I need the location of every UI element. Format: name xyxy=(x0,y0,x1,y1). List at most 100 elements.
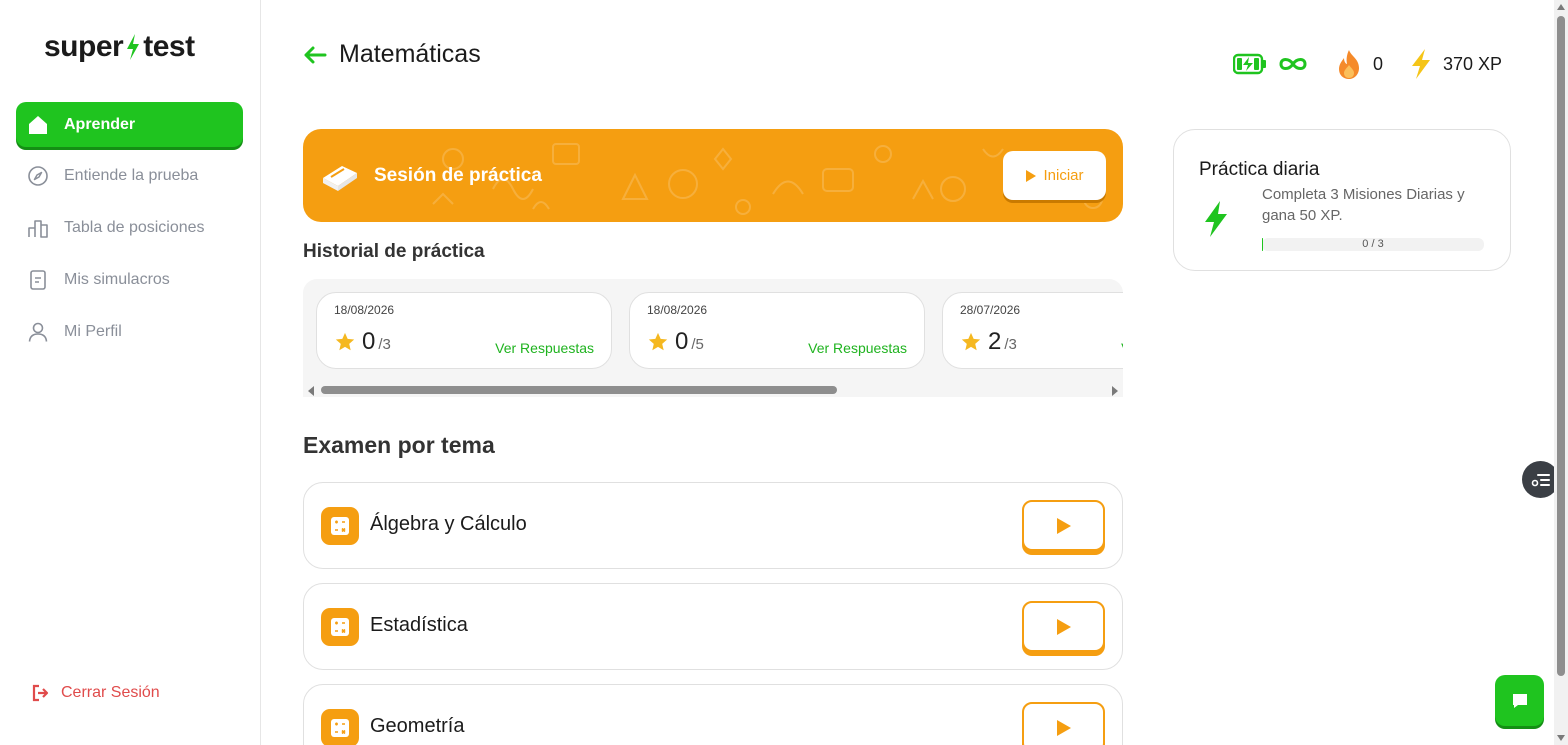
xp-bolt-icon xyxy=(1409,48,1433,80)
scroll-up-icon[interactable] xyxy=(1557,4,1565,10)
daily-bolt-icon xyxy=(1201,200,1231,238)
page-scrollbar[interactable] xyxy=(1554,0,1568,745)
banner-content: Sesión de práctica xyxy=(320,129,542,222)
start-practice-button[interactable]: Iniciar xyxy=(1003,151,1106,200)
history-track: 18/08/2026 0 /3 Ver Respuestas 18/08/202… xyxy=(316,292,1123,369)
history-carousel: 18/08/2026 0 /3 Ver Respuestas 18/08/202… xyxy=(303,279,1123,397)
document-icon xyxy=(26,268,50,292)
star-icon xyxy=(648,332,668,351)
play-icon xyxy=(1056,719,1071,736)
topic-name: Álgebra y Cálculo xyxy=(370,513,527,535)
back-arrow-icon[interactable] xyxy=(303,45,327,65)
history-score: 0 /3 xyxy=(334,328,391,356)
star-icon xyxy=(335,332,355,351)
view-answers-link[interactable]: Ver Respuestas xyxy=(1121,340,1123,356)
energy-stat xyxy=(1232,53,1309,75)
start-practice-label: Iniciar xyxy=(1043,167,1084,184)
play-icon xyxy=(1056,618,1071,635)
daily-practice-card: Práctica diaria Completa 3 Misiones Diar… xyxy=(1173,129,1511,271)
history-score-value: 0 xyxy=(362,328,376,355)
logo[interactable]: super test xyxy=(44,30,195,64)
daily-progress-text: 0 / 3 xyxy=(1362,238,1384,250)
sidebar-item-mi-perfil[interactable]: Mi Perfil xyxy=(16,309,243,355)
chat-icon xyxy=(1512,693,1527,708)
battery-icon xyxy=(1232,53,1267,75)
logo-text-right: test xyxy=(143,30,195,63)
scroll-right-icon[interactable] xyxy=(1112,386,1118,396)
topics-title: Examen por tema xyxy=(303,432,495,458)
play-icon xyxy=(1025,169,1037,183)
sidebar-item-tabla-de-posiciones[interactable]: Tabla de posiciones xyxy=(16,205,243,251)
leaderboard-icon xyxy=(26,216,50,240)
home-icon xyxy=(26,113,50,137)
xp-count: 370 XP xyxy=(1442,53,1502,74)
history-scrollbar-thumb[interactable] xyxy=(321,386,837,394)
sidebar-item-aprender[interactable]: Aprender xyxy=(16,102,243,147)
book-icon xyxy=(320,160,360,192)
sidebar-nav: Aprender Entiende la prueba Tabla de pos… xyxy=(16,102,243,361)
history-card: 28/07/2026 2 /3 Ver Respuestas xyxy=(942,292,1123,369)
sidebar: super test Aprender Entiende la prueba T… xyxy=(0,0,261,745)
calculator-icon xyxy=(321,608,359,646)
chat-button[interactable] xyxy=(1495,675,1544,726)
flame-icon xyxy=(1335,48,1363,80)
history-card: 18/08/2026 0 /3 Ver Respuestas xyxy=(316,292,612,369)
history-score: 2 /3 xyxy=(960,328,1017,356)
xp-stat: 370 XP xyxy=(1409,48,1502,80)
daily-description: Completa 3 Misiones Diarias y gana 50 XP… xyxy=(1262,186,1465,224)
calculator-icon xyxy=(321,709,359,745)
history-score-value: 2 xyxy=(988,328,1002,355)
history-title: Historial de práctica xyxy=(303,241,485,262)
topic-card: Estadística xyxy=(303,583,1123,670)
topic-card: Geometría xyxy=(303,684,1123,745)
history-score-total: /3 xyxy=(378,336,391,353)
sidebar-item-label: Mis simulacros xyxy=(64,271,170,288)
topic-card: Álgebra y Cálculo xyxy=(303,482,1123,569)
history-score-total: /5 xyxy=(691,336,704,353)
user-icon xyxy=(26,320,50,344)
calculator-icon xyxy=(321,507,359,545)
view-answers-link[interactable]: Ver Respuestas xyxy=(495,340,594,356)
history-score-total: /3 xyxy=(1004,336,1017,353)
scroll-down-icon[interactable] xyxy=(1557,735,1565,741)
practice-session-banner: Sesión de práctica Iniciar xyxy=(303,129,1123,222)
page-scrollbar-thumb[interactable] xyxy=(1557,16,1565,676)
history-date: 18/08/2026 xyxy=(334,303,395,317)
star-icon xyxy=(961,332,981,351)
sidebar-item-entiende-la-prueba[interactable]: Entiende la prueba xyxy=(16,153,243,199)
topic-play-button[interactable] xyxy=(1022,500,1105,551)
daily-title: Práctica diaria xyxy=(1199,159,1320,180)
history-date: 28/07/2026 xyxy=(960,303,1021,317)
sidebar-item-label: Entiende la prueba xyxy=(64,167,199,184)
logout-button[interactable]: Cerrar Sesión xyxy=(31,683,160,703)
logout-icon xyxy=(31,683,51,703)
topic-name: Geometría xyxy=(370,715,465,737)
infinity-icon xyxy=(1277,55,1309,73)
history-card: 18/08/2026 0 /5 Ver Respuestas xyxy=(629,292,925,369)
history-score-value: 0 xyxy=(675,328,689,355)
logo-bolt-icon xyxy=(127,34,140,60)
scroll-left-icon[interactable] xyxy=(308,386,314,396)
topic-name: Estadística xyxy=(370,614,468,636)
page-title: Matemáticas xyxy=(339,40,481,68)
history-scrollbar[interactable] xyxy=(303,381,1123,397)
play-icon xyxy=(1056,517,1071,534)
sidebar-item-label: Aprender xyxy=(64,115,136,133)
logout-label: Cerrar Sesión xyxy=(61,684,160,701)
user-stats: 0 370 XP xyxy=(1207,48,1502,80)
sidebar-item-mis-simulacros[interactable]: Mis simulacros xyxy=(16,257,243,303)
page-header: Matemáticas xyxy=(303,40,481,69)
logo-text-left: super xyxy=(44,30,124,63)
streak-stat: 0 xyxy=(1335,48,1383,80)
history-date: 18/08/2026 xyxy=(647,303,708,317)
compass-icon xyxy=(26,164,50,188)
sidebar-item-label: Tabla de posiciones xyxy=(64,219,205,236)
history-score: 0 /5 xyxy=(647,328,704,356)
view-answers-link[interactable]: Ver Respuestas xyxy=(808,340,907,356)
banner-title: Sesión de práctica xyxy=(374,164,542,186)
sidebar-item-label: Mi Perfil xyxy=(64,323,122,340)
list-settings-icon xyxy=(1531,473,1550,486)
topic-play-button[interactable] xyxy=(1022,702,1105,745)
topic-play-button[interactable] xyxy=(1022,601,1105,652)
streak-count: 0 xyxy=(1372,53,1383,74)
